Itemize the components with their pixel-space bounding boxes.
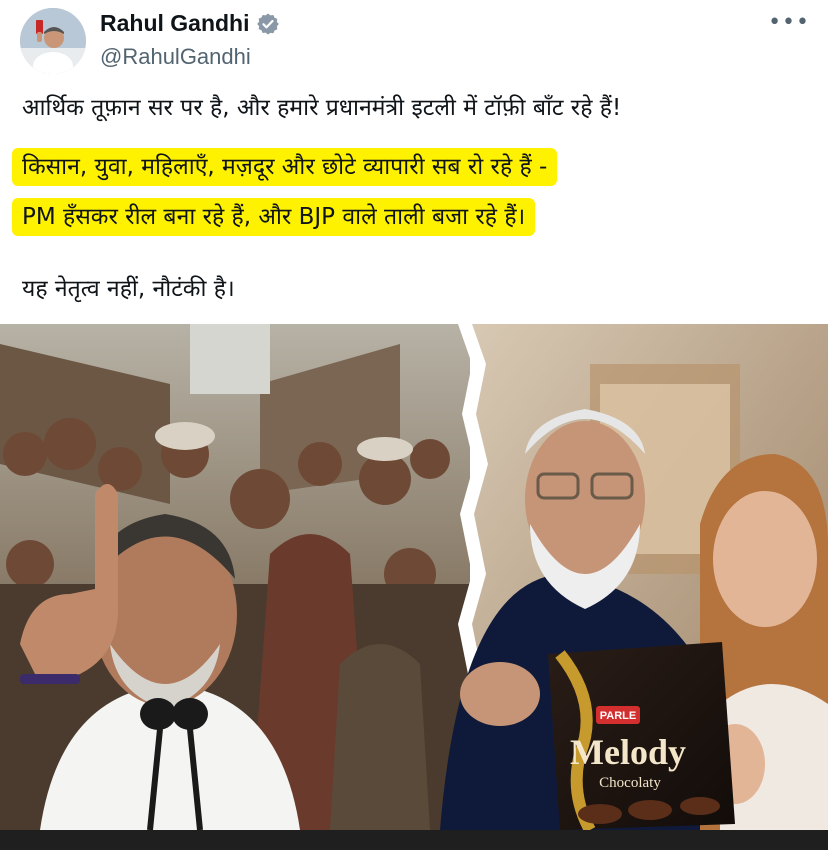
author-name-row: Rahul Gandhi <box>100 10 280 37</box>
candy-package: PARLE Melody Chocolaty <box>548 642 735 830</box>
left-scene <box>0 324 470 830</box>
tweet-media-image[interactable]: PARLE Melody Chocolaty <box>0 324 828 830</box>
highlighted-text-block: किसान, युवा, महिलाएँ, मज़दूर और छोटे व्य… <box>12 148 558 248</box>
verified-badge-icon <box>256 12 280 36</box>
bottom-bar <box>0 830 828 850</box>
highlighted-text-line-1: किसान, युवा, महिलाएँ, मज़दूर और छोटे व्य… <box>12 148 558 186</box>
tweet-text-line-1: आर्थिक तूफ़ान सर पर है, और हमारे प्रधानम… <box>22 95 622 121</box>
tweet-text-closing-line: यह नेतृत्व नहीं, नौटंकी है। <box>22 276 235 302</box>
package-brand-label: PARLE <box>600 710 636 722</box>
author-display-name[interactable]: Rahul Gandhi <box>100 10 250 37</box>
avatar[interactable] <box>20 8 86 74</box>
author-handle[interactable]: @RahulGandhi <box>100 44 251 70</box>
package-name-label: Melody <box>570 732 686 772</box>
package-subname-label: Chocolaty <box>599 775 661 791</box>
tweet-card: Rahul Gandhi @RahulGandhi ••• आर्थिक तूफ… <box>0 0 828 850</box>
more-options-button[interactable]: ••• <box>768 10 810 35</box>
highlighted-text-line-2: PM हँसकर रील बना रहे हैं, और BJP वाले ता… <box>12 198 536 236</box>
